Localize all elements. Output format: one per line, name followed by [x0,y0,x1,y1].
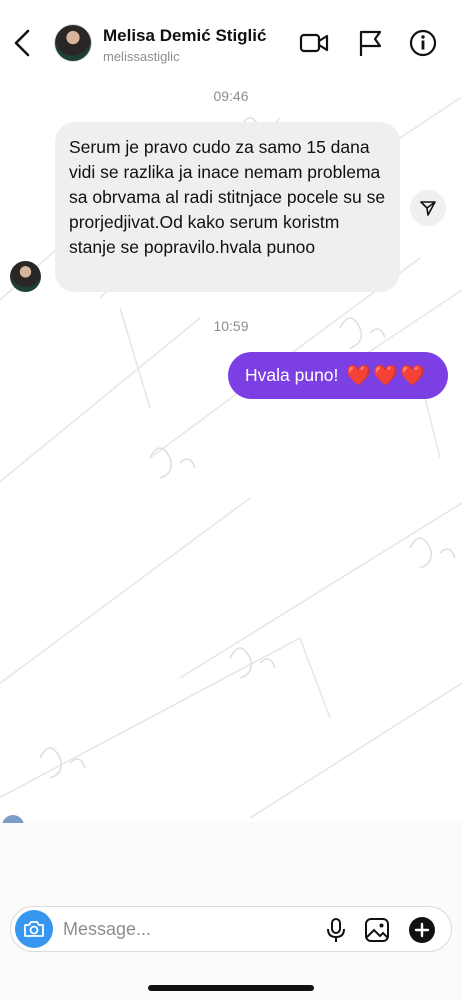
camera-button[interactable] [15,910,53,948]
plus-icon[interactable] [408,916,436,944]
contact-username[interactable]: melissastiglic [103,49,180,64]
heart-emojis: ❤️❤️❤️ [346,365,428,387]
send-arrow-icon [420,201,436,216]
outgoing-message-bubble[interactable]: Hvala puno! ❤️❤️❤️ [228,352,448,399]
message-input[interactable] [63,915,303,943]
share-message-button[interactable] [410,190,446,226]
contact-avatar[interactable] [54,24,92,62]
outgoing-message-text: Hvala puno! [245,365,339,385]
chat-header: Melisa Demić Stiglić melissastiglic [0,0,462,80]
message-timestamp: 09:46 [213,88,249,104]
message-timestamp-2: 10:59 [213,318,249,334]
flag-icon[interactable] [356,28,386,58]
microphone-icon[interactable] [322,916,350,944]
camera-icon [24,921,44,937]
incoming-message-bubble[interactable]: Serum je pravo cudo za samo 15 dana vidi… [55,122,400,292]
contact-name[interactable]: Melisa Demić Stiglić [103,26,266,46]
seen-avatar [2,815,24,823]
video-call-icon[interactable] [299,28,329,58]
gallery-icon[interactable] [363,916,391,944]
sender-avatar[interactable] [10,261,41,292]
message-composer [10,906,452,952]
back-arrow-icon[interactable] [10,27,38,59]
home-indicator[interactable] [148,985,314,991]
info-icon[interactable] [408,28,438,58]
